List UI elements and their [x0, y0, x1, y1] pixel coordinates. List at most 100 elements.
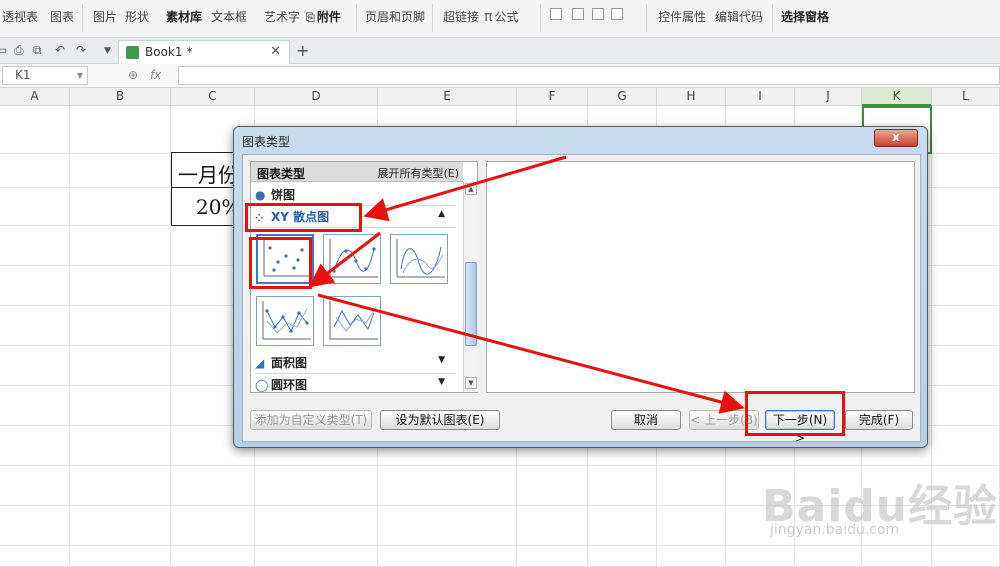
ribbon-selection-pane[interactable]: 选择窗格 [781, 8, 829, 25]
control-listbox-icon[interactable] [572, 8, 584, 20]
grid-cell[interactable] [0, 306, 70, 346]
grid-cell[interactable] [70, 386, 171, 426]
grid-cell[interactable] [517, 506, 588, 546]
grid-cell[interactable] [517, 466, 588, 506]
ribbon-hyperlink[interactable]: 超链接 [443, 8, 479, 25]
grid-cell[interactable] [932, 546, 1000, 567]
grid-cell[interactable] [657, 546, 726, 567]
grid-cell[interactable] [0, 346, 70, 386]
grid-cell[interactable] [171, 546, 255, 567]
scroll-down-icon[interactable]: ▼ [465, 377, 477, 389]
redo-icon[interactable]: ↷ [76, 43, 86, 57]
grid-cell[interactable] [0, 386, 70, 426]
ribbon-chart[interactable]: 图表 [50, 8, 74, 25]
scatter-straight-lines-option[interactable] [323, 296, 381, 346]
scatter-straight-markers-option[interactable] [256, 296, 314, 346]
grid-cell[interactable] [0, 466, 70, 506]
column-header-k[interactable]: K [862, 88, 932, 106]
grid-cell[interactable] [0, 226, 70, 266]
column-header-l[interactable]: L [932, 88, 1000, 106]
grid-cell[interactable] [932, 426, 1000, 466]
category-doughnut[interactable]: ◯ 圆环图 ▼ [255, 376, 457, 394]
grid-cell[interactable] [795, 546, 862, 567]
control-spinner-icon[interactable] [592, 8, 604, 20]
grid-cell[interactable] [932, 154, 1000, 188]
collapse-arrow-icon[interactable]: ▲ [438, 209, 445, 219]
grid-cell[interactable] [932, 306, 1000, 346]
formula-input[interactable] [178, 66, 1000, 85]
folder-icon[interactable]: ▭ [0, 43, 7, 57]
grid-cell[interactable] [588, 506, 657, 546]
dialog-close-button[interactable]: x [874, 129, 918, 147]
ribbon-wordart[interactable]: 艺术字 [264, 8, 300, 25]
column-header-g[interactable]: G [588, 88, 657, 106]
ribbon-material-library[interactable]: 素材库 [166, 8, 202, 25]
column-header-b[interactable]: B [70, 88, 171, 106]
grid-cell[interactable] [171, 506, 255, 546]
grid-cell[interactable] [70, 188, 171, 226]
column-header-c[interactable]: C [171, 88, 255, 106]
grid-cell[interactable] [932, 386, 1000, 426]
ribbon-header-footer[interactable]: 页眉和页脚 [365, 8, 425, 25]
grid-cell[interactable] [0, 106, 70, 154]
close-tab-icon[interactable]: ✕ [270, 44, 281, 59]
category-area[interactable]: ◢ 面积图 ▼ [255, 354, 457, 372]
ribbon-picture[interactable]: 图片 [93, 8, 117, 25]
ribbon-shape[interactable]: 形状 [125, 8, 149, 25]
grid-cell[interactable] [932, 266, 1000, 306]
expand-arrow-icon[interactable]: ▼ [438, 377, 445, 387]
expand-arrow-icon[interactable]: ▼ [438, 355, 445, 365]
grid-cell[interactable] [70, 426, 171, 466]
grid-cell[interactable] [932, 188, 1000, 226]
scatter-smooth-lines-option[interactable] [390, 234, 448, 284]
cancel-button[interactable]: 取消 [611, 410, 681, 430]
grid-cell[interactable] [0, 154, 70, 188]
set-default-chart-button[interactable]: 设为默认图表(E) [380, 410, 500, 430]
grid-cell[interactable] [70, 306, 171, 346]
print-icon[interactable]: ⎙ [14, 43, 24, 58]
add-custom-type-button[interactable]: 添加为自定义类型(T) [250, 410, 372, 430]
control-checkbox-icon[interactable] [550, 8, 562, 20]
grid-cell[interactable] [70, 154, 171, 188]
grid-cell[interactable] [255, 546, 378, 567]
control-button-icon[interactable] [611, 8, 623, 20]
grid-cell[interactable] [657, 466, 726, 506]
grid-cell[interactable] [0, 546, 70, 567]
grid-cell[interactable] [255, 466, 378, 506]
chevron-down-icon[interactable]: ▼ [77, 67, 83, 84]
grid-cell[interactable] [588, 466, 657, 506]
ribbon-attachment[interactable]: ⎘ 附件 [306, 8, 341, 25]
grid-cell[interactable] [70, 546, 171, 567]
scrollbar-thumb[interactable] [465, 262, 477, 346]
undo-icon[interactable]: ↶ [55, 43, 65, 57]
grid-cell[interactable] [517, 546, 588, 567]
column-header-d[interactable]: D [255, 88, 378, 106]
ribbon-pivot-table[interactable]: 透视表 [2, 8, 38, 25]
category-pie[interactable]: ● 饼图 [255, 186, 457, 204]
column-header-f[interactable]: F [517, 88, 588, 106]
grid-cell[interactable] [171, 466, 255, 506]
tab-book1[interactable]: Book1 * ✕ [118, 40, 290, 64]
column-header-e[interactable]: E [378, 88, 517, 106]
name-box[interactable]: K1 ▼ [2, 66, 88, 85]
column-header-i[interactable]: I [726, 88, 795, 106]
ribbon-formula[interactable]: π 公式 [484, 8, 518, 25]
grid-cell[interactable] [70, 226, 171, 266]
scroll-up-icon[interactable]: ▲ [465, 183, 477, 195]
column-header-j[interactable]: J [795, 88, 862, 106]
grid-cell[interactable] [862, 546, 932, 567]
quick-access-dropdown-icon[interactable]: ▼ [104, 46, 111, 56]
grid-cell[interactable] [70, 106, 171, 154]
zoom-search-icon[interactable]: ⊕ [128, 68, 138, 82]
finish-button[interactable]: 完成(F) [845, 410, 913, 430]
print-preview-icon[interactable]: ⧉ [33, 43, 42, 58]
grid-cell[interactable] [932, 346, 1000, 386]
ribbon-control-properties[interactable]: 控件属性 [658, 8, 706, 25]
scatter-smooth-markers-option[interactable] [323, 234, 381, 284]
grid-cell[interactable] [932, 106, 1000, 154]
new-tab-icon[interactable]: + [296, 41, 309, 60]
grid-cell[interactable] [0, 266, 70, 306]
grid-cell[interactable] [378, 546, 517, 567]
grid-cell[interactable] [588, 546, 657, 567]
grid-cell[interactable] [70, 266, 171, 306]
